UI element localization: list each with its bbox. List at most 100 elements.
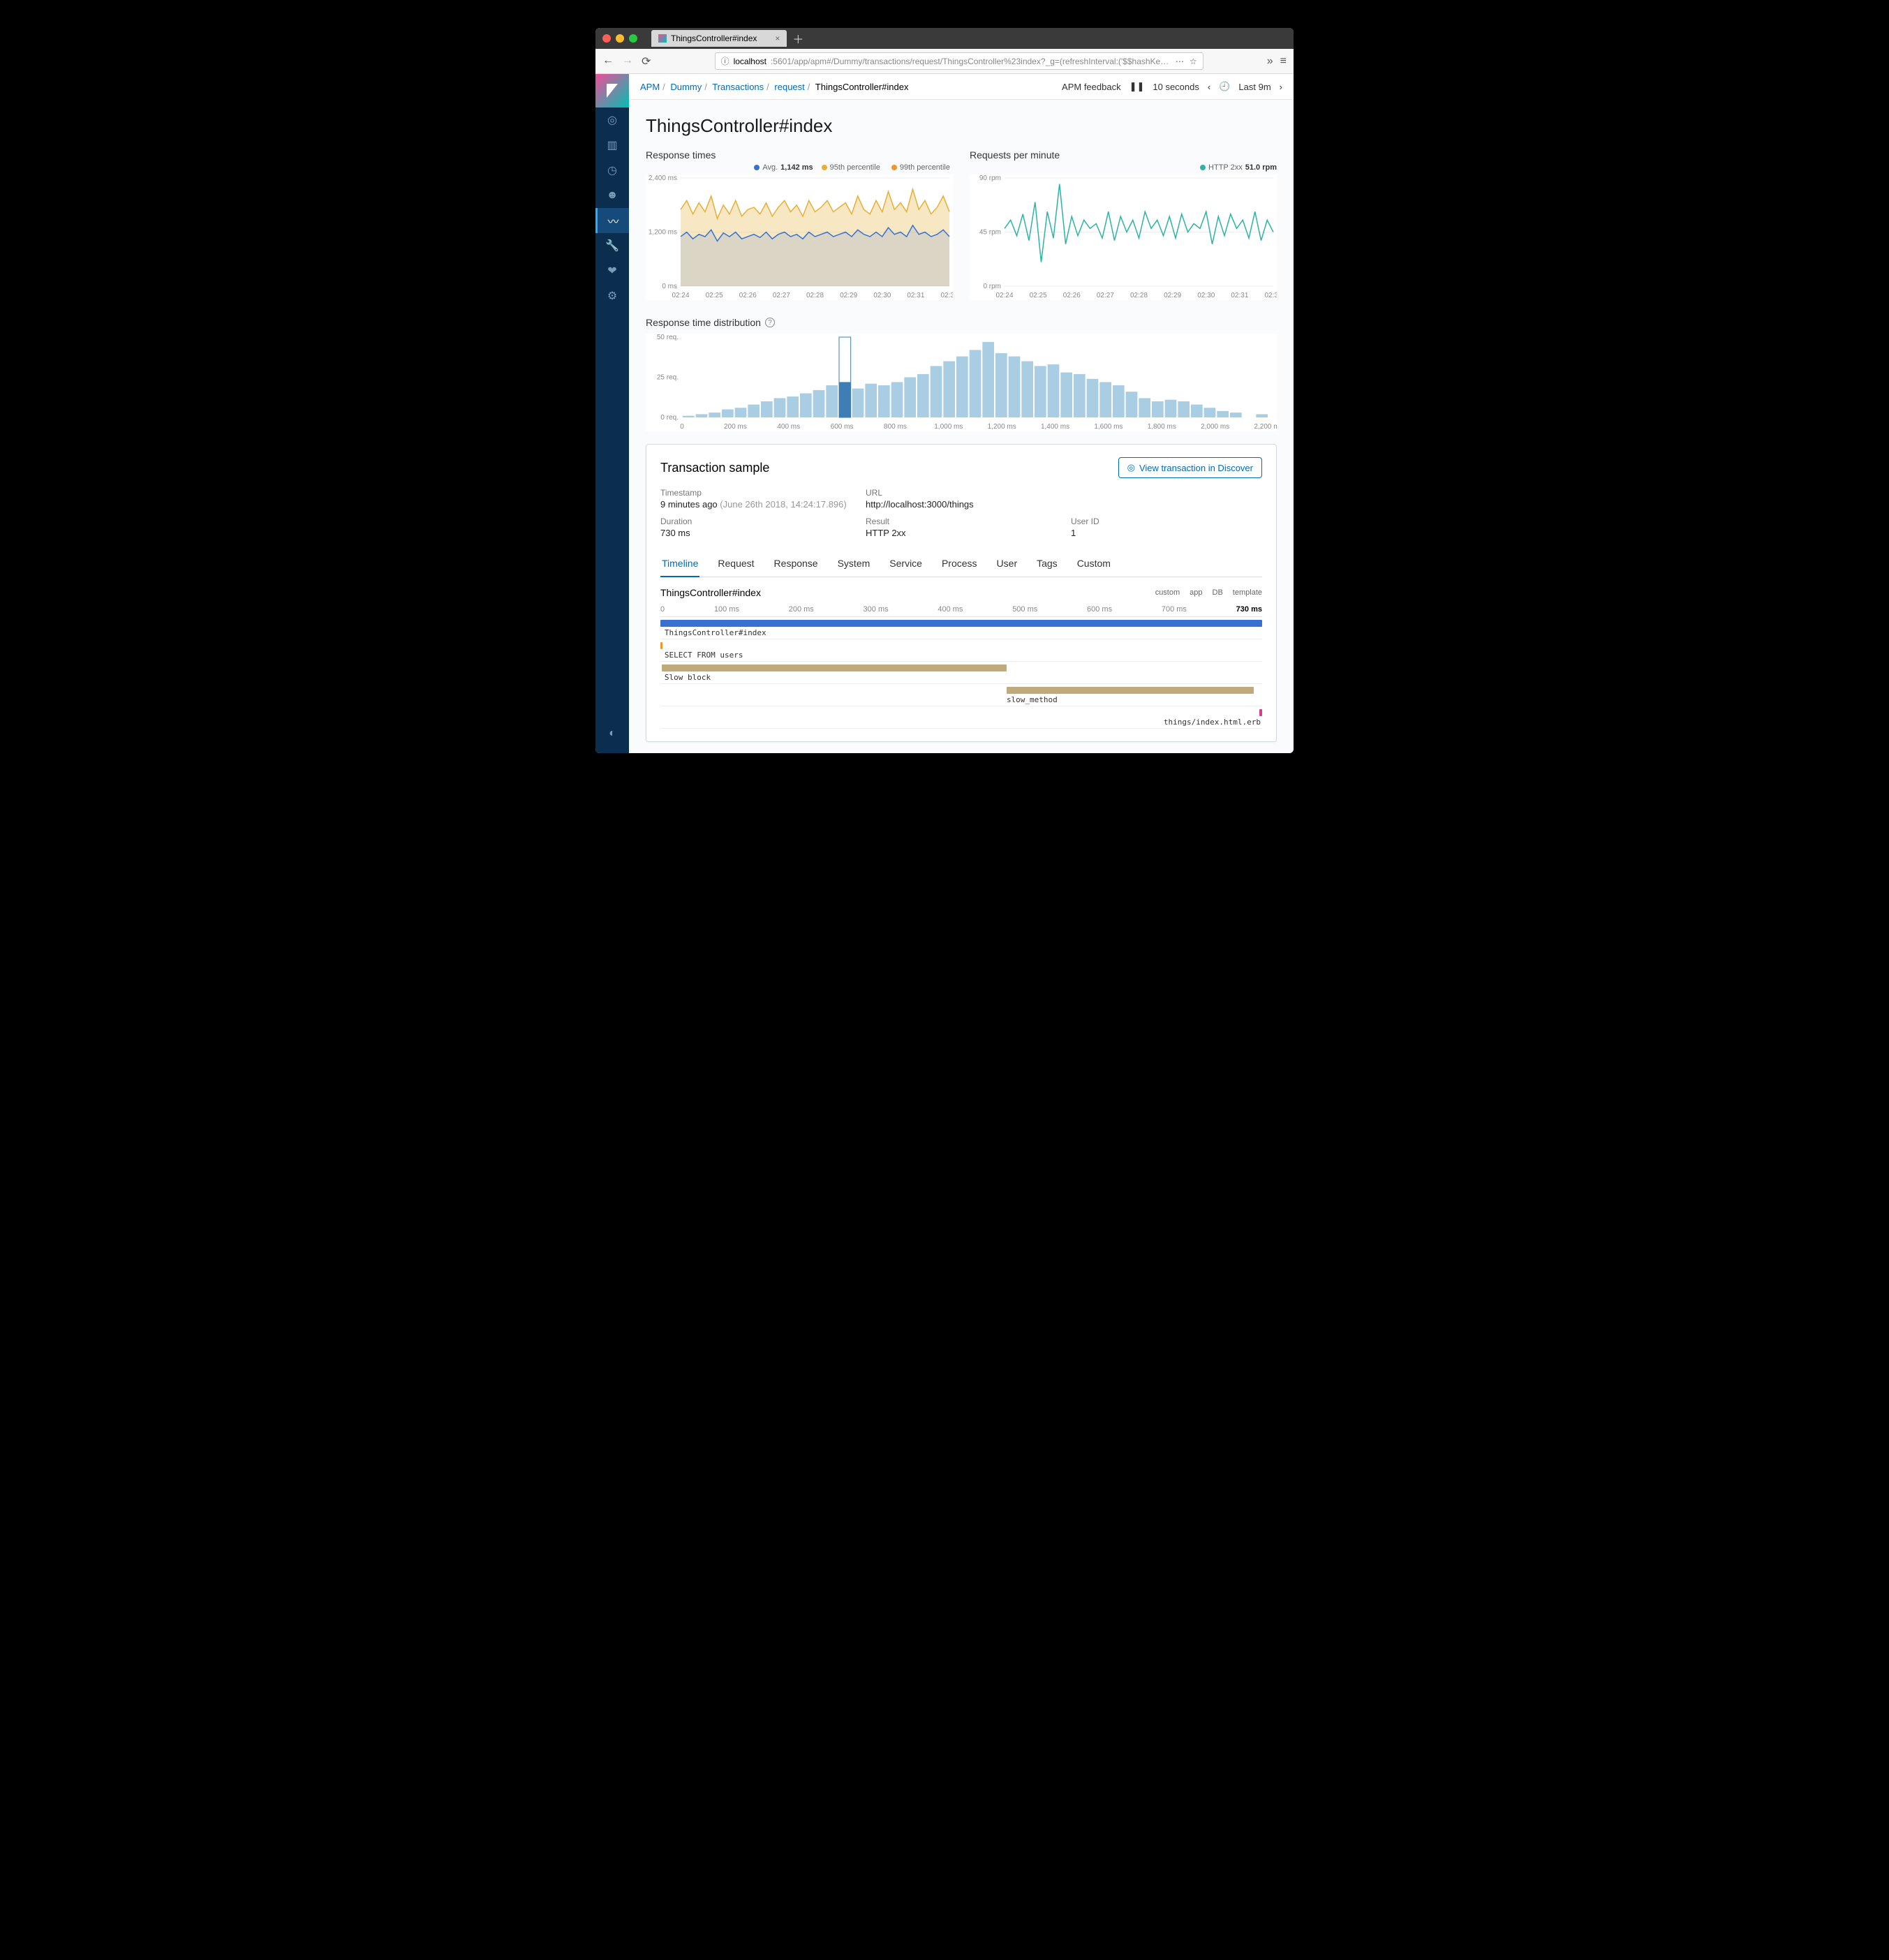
span-row[interactable]: Slow block: [660, 662, 1262, 684]
timeline-axis: 0100 ms200 ms300 ms400 ms500 ms600 ms700…: [660, 602, 1262, 616]
svg-text:400 ms: 400 ms: [777, 423, 800, 431]
url-input[interactable]: ⓘ localhost :5601/app/apm#/Dummy/transact…: [715, 52, 1203, 70]
sidebar-devtools-icon[interactable]: 🔧: [595, 233, 629, 258]
span-row[interactable]: things/index.html.erb: [660, 706, 1262, 729]
svg-text:1,600 ms: 1,600 ms: [1094, 423, 1123, 431]
svg-text:45 rpm: 45 rpm: [979, 229, 1001, 237]
tab-tags[interactable]: Tags: [1035, 551, 1059, 577]
clock-icon: 🕘: [1219, 81, 1230, 92]
info-icon[interactable]: ?: [765, 318, 775, 327]
page-title: ThingsController#index: [646, 115, 1277, 137]
url-path: :5601/app/apm#/Dummy/transactions/reques…: [771, 57, 1171, 66]
duration-value: 730 ms: [660, 528, 852, 538]
close-tab-icon[interactable]: ×: [775, 34, 780, 43]
timerange-next-icon[interactable]: ›: [1280, 82, 1282, 92]
response-times-legend: Avg. 1,142 ms95th percentile 99th percen…: [646, 163, 953, 172]
svg-text:02:28: 02:28: [806, 292, 824, 299]
timerange[interactable]: Last 9m: [1238, 82, 1271, 92]
view-in-discover-button[interactable]: ◎ View transaction in Discover: [1118, 457, 1262, 478]
rpm-legend: HTTP 2xx 51.0 rpm: [970, 163, 1277, 172]
svg-text:1,000 ms: 1,000 ms: [934, 423, 963, 431]
tab-timeline[interactable]: Timeline: [660, 551, 699, 577]
tab-process[interactable]: Process: [940, 551, 979, 577]
tab-service[interactable]: Service: [888, 551, 924, 577]
svg-text:02:31: 02:31: [1231, 292, 1248, 299]
tab-request[interactable]: Request: [716, 551, 755, 577]
browser-tab[interactable]: ThingsController#index ×: [651, 30, 787, 47]
sidebar-discover-icon[interactable]: ◎: [595, 107, 629, 133]
refresh-interval[interactable]: 10 seconds: [1153, 82, 1199, 92]
duration-label: Duration: [660, 517, 852, 526]
minimize-window-button[interactable]: [616, 34, 624, 43]
timeline-transaction-name: ThingsController#index: [660, 587, 761, 598]
more-icon[interactable]: ⋯: [1176, 57, 1184, 66]
sample-heading: Transaction sample: [660, 461, 769, 475]
apm-feedback-link[interactable]: APM feedback: [1062, 82, 1121, 92]
breadcrumb-apm[interactable]: APM: [640, 82, 660, 92]
response-times-chart[interactable]: 2,400 ms1,200 ms0 ms02:2402:2502:2602:27…: [646, 175, 953, 300]
bookmark-icon[interactable]: ☆: [1190, 57, 1197, 66]
svg-text:02:25: 02:25: [1030, 292, 1047, 299]
reload-icon[interactable]: ⟳: [642, 54, 651, 68]
svg-text:02:29: 02:29: [1164, 292, 1181, 299]
pause-icon[interactable]: ❚❚: [1129, 81, 1145, 92]
svg-text:02:32: 02:32: [1264, 292, 1277, 299]
breadcrumb-type[interactable]: request: [774, 82, 804, 92]
timerange-prev-icon[interactable]: ‹: [1208, 82, 1210, 92]
svg-text:2,000 ms: 2,000 ms: [1201, 423, 1229, 431]
site-info-icon[interactable]: ⓘ: [721, 55, 729, 67]
svg-text:1,800 ms: 1,800 ms: [1148, 423, 1176, 431]
svg-text:02:27: 02:27: [773, 292, 790, 299]
svg-text:2,400 ms: 2,400 ms: [649, 175, 677, 182]
close-window-button[interactable]: [602, 34, 611, 43]
svg-text:02:29: 02:29: [840, 292, 857, 299]
url-host: localhost: [734, 57, 766, 66]
sample-tabs: Timeline Request Response System Service Proc…: [660, 551, 1262, 577]
tab-system[interactable]: System: [836, 551, 872, 577]
forward-icon[interactable]: →: [622, 54, 633, 68]
timeline-legend: customappDBtemplate: [1155, 588, 1262, 597]
distribution-chart[interactable]: 50 req.25 req.0 req.0200 ms400 ms600 ms8…: [646, 334, 1277, 431]
kibana-logo[interactable]: [595, 74, 629, 107]
back-icon[interactable]: ←: [602, 54, 614, 68]
svg-text:02:25: 02:25: [706, 292, 723, 299]
span-row[interactable]: ThingsController#index: [660, 617, 1262, 639]
span-row[interactable]: SELECT FROM users: [660, 639, 1262, 662]
svg-text:600 ms: 600 ms: [831, 423, 854, 431]
breadcrumb-current: ThingsController#index: [815, 82, 909, 92]
sidebar-collapse-icon[interactable]: ◐: [595, 721, 629, 746]
svg-text:25 req.: 25 req.: [657, 374, 679, 382]
svg-text:02:27: 02:27: [1097, 292, 1114, 299]
svg-text:0: 0: [680, 423, 684, 431]
rpm-chart[interactable]: 90 rpm45 rpm0 rpm02:2402:2502:2602:2702:…: [970, 175, 1277, 300]
tab-user[interactable]: User: [995, 551, 1019, 577]
sidebar-monitoring-icon[interactable]: ❤: [595, 258, 629, 283]
breadcrumb-transactions[interactable]: Transactions: [712, 82, 764, 92]
menu-icon[interactable]: ≡: [1280, 55, 1287, 68]
response-times-title: Response times: [646, 149, 953, 161]
sidebar-timelion-icon[interactable]: ☻: [595, 183, 629, 208]
span-row[interactable]: slow_method: [660, 684, 1262, 706]
svg-text:02:32: 02:32: [940, 292, 953, 299]
tab-response[interactable]: Response: [773, 551, 820, 577]
svg-text:02:30: 02:30: [1197, 292, 1215, 299]
svg-text:2,200 ms: 2,200 ms: [1254, 423, 1277, 431]
tab-custom[interactable]: Custom: [1076, 551, 1112, 577]
sidebar-visualize-icon[interactable]: ▥: [595, 133, 629, 158]
maximize-window-button[interactable]: [629, 34, 637, 43]
sidebar-apm-icon[interactable]: 〰: [595, 208, 629, 233]
svg-text:800 ms: 800 ms: [884, 423, 907, 431]
svg-text:0 rpm: 0 rpm: [983, 283, 1001, 290]
svg-text:02:31: 02:31: [907, 292, 924, 299]
svg-text:1,400 ms: 1,400 ms: [1041, 423, 1069, 431]
sidebar-dashboard-icon[interactable]: ◷: [595, 158, 629, 183]
tab-title: ThingsController#index: [671, 34, 757, 43]
overflow-icon[interactable]: »: [1267, 55, 1273, 68]
sidebar-management-icon[interactable]: ⚙: [595, 283, 629, 309]
svg-text:02:26: 02:26: [1063, 292, 1081, 299]
userid-label: User ID: [1071, 517, 1262, 526]
new-tab-button[interactable]: ＋: [792, 30, 803, 47]
svg-text:02:24: 02:24: [995, 292, 1013, 299]
breadcrumb-service[interactable]: Dummy: [670, 82, 702, 92]
rpm-title: Requests per minute: [970, 149, 1277, 161]
